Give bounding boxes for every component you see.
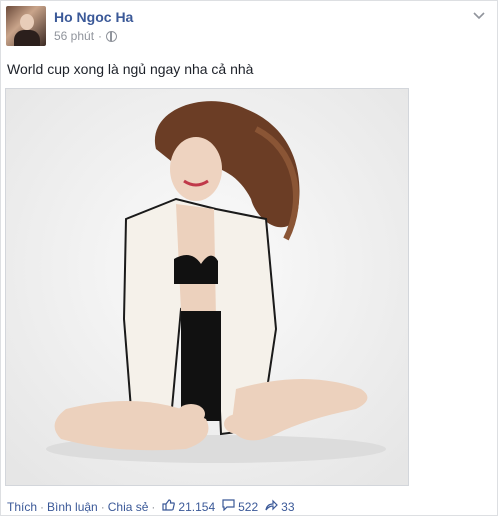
post-text: World cup xong là ngủ ngay nha cả nhà — [7, 61, 254, 77]
like-link[interactable]: Thích — [7, 500, 37, 514]
thumbs-up-icon — [162, 499, 176, 514]
share-arrow-icon — [265, 499, 279, 514]
author-avatar[interactable] — [6, 6, 46, 46]
chevron-down-icon[interactable] — [473, 7, 485, 23]
avatar-face — [20, 14, 34, 30]
post-actions: Thích · Bình luận · Chia sẻ · 21.154 522… — [7, 499, 295, 514]
meta-separator: · — [98, 29, 103, 43]
action-separator: · — [100, 499, 105, 514]
action-separator: · — [40, 499, 45, 514]
post-photo[interactable] — [5, 88, 409, 486]
likes-count-value: 21.154 — [178, 499, 216, 514]
author-name[interactable]: Ho Ngoc Ha — [54, 9, 133, 25]
share-link[interactable]: Chia sẻ — [108, 500, 149, 514]
likes-count[interactable]: 21.154 — [162, 499, 215, 514]
comment-link[interactable]: Bình luận — [47, 500, 98, 514]
action-separator: · — [151, 499, 156, 514]
avatar-body — [14, 30, 40, 46]
comment-icon — [222, 499, 235, 514]
feed-post: Ho Ngoc Ha 56 phút · World cup xong là n… — [0, 0, 498, 516]
post-meta: 56 phút · — [54, 29, 118, 43]
comments-count-value: 522 — [238, 499, 259, 514]
post-time[interactable]: 56 phút — [54, 29, 94, 43]
shares-count-value: 33 — [281, 499, 295, 514]
shares-count[interactable]: 33 — [265, 499, 295, 514]
globe-icon[interactable] — [106, 30, 118, 42]
photo-illustration — [6, 89, 408, 485]
comments-count[interactable]: 522 — [222, 499, 258, 514]
